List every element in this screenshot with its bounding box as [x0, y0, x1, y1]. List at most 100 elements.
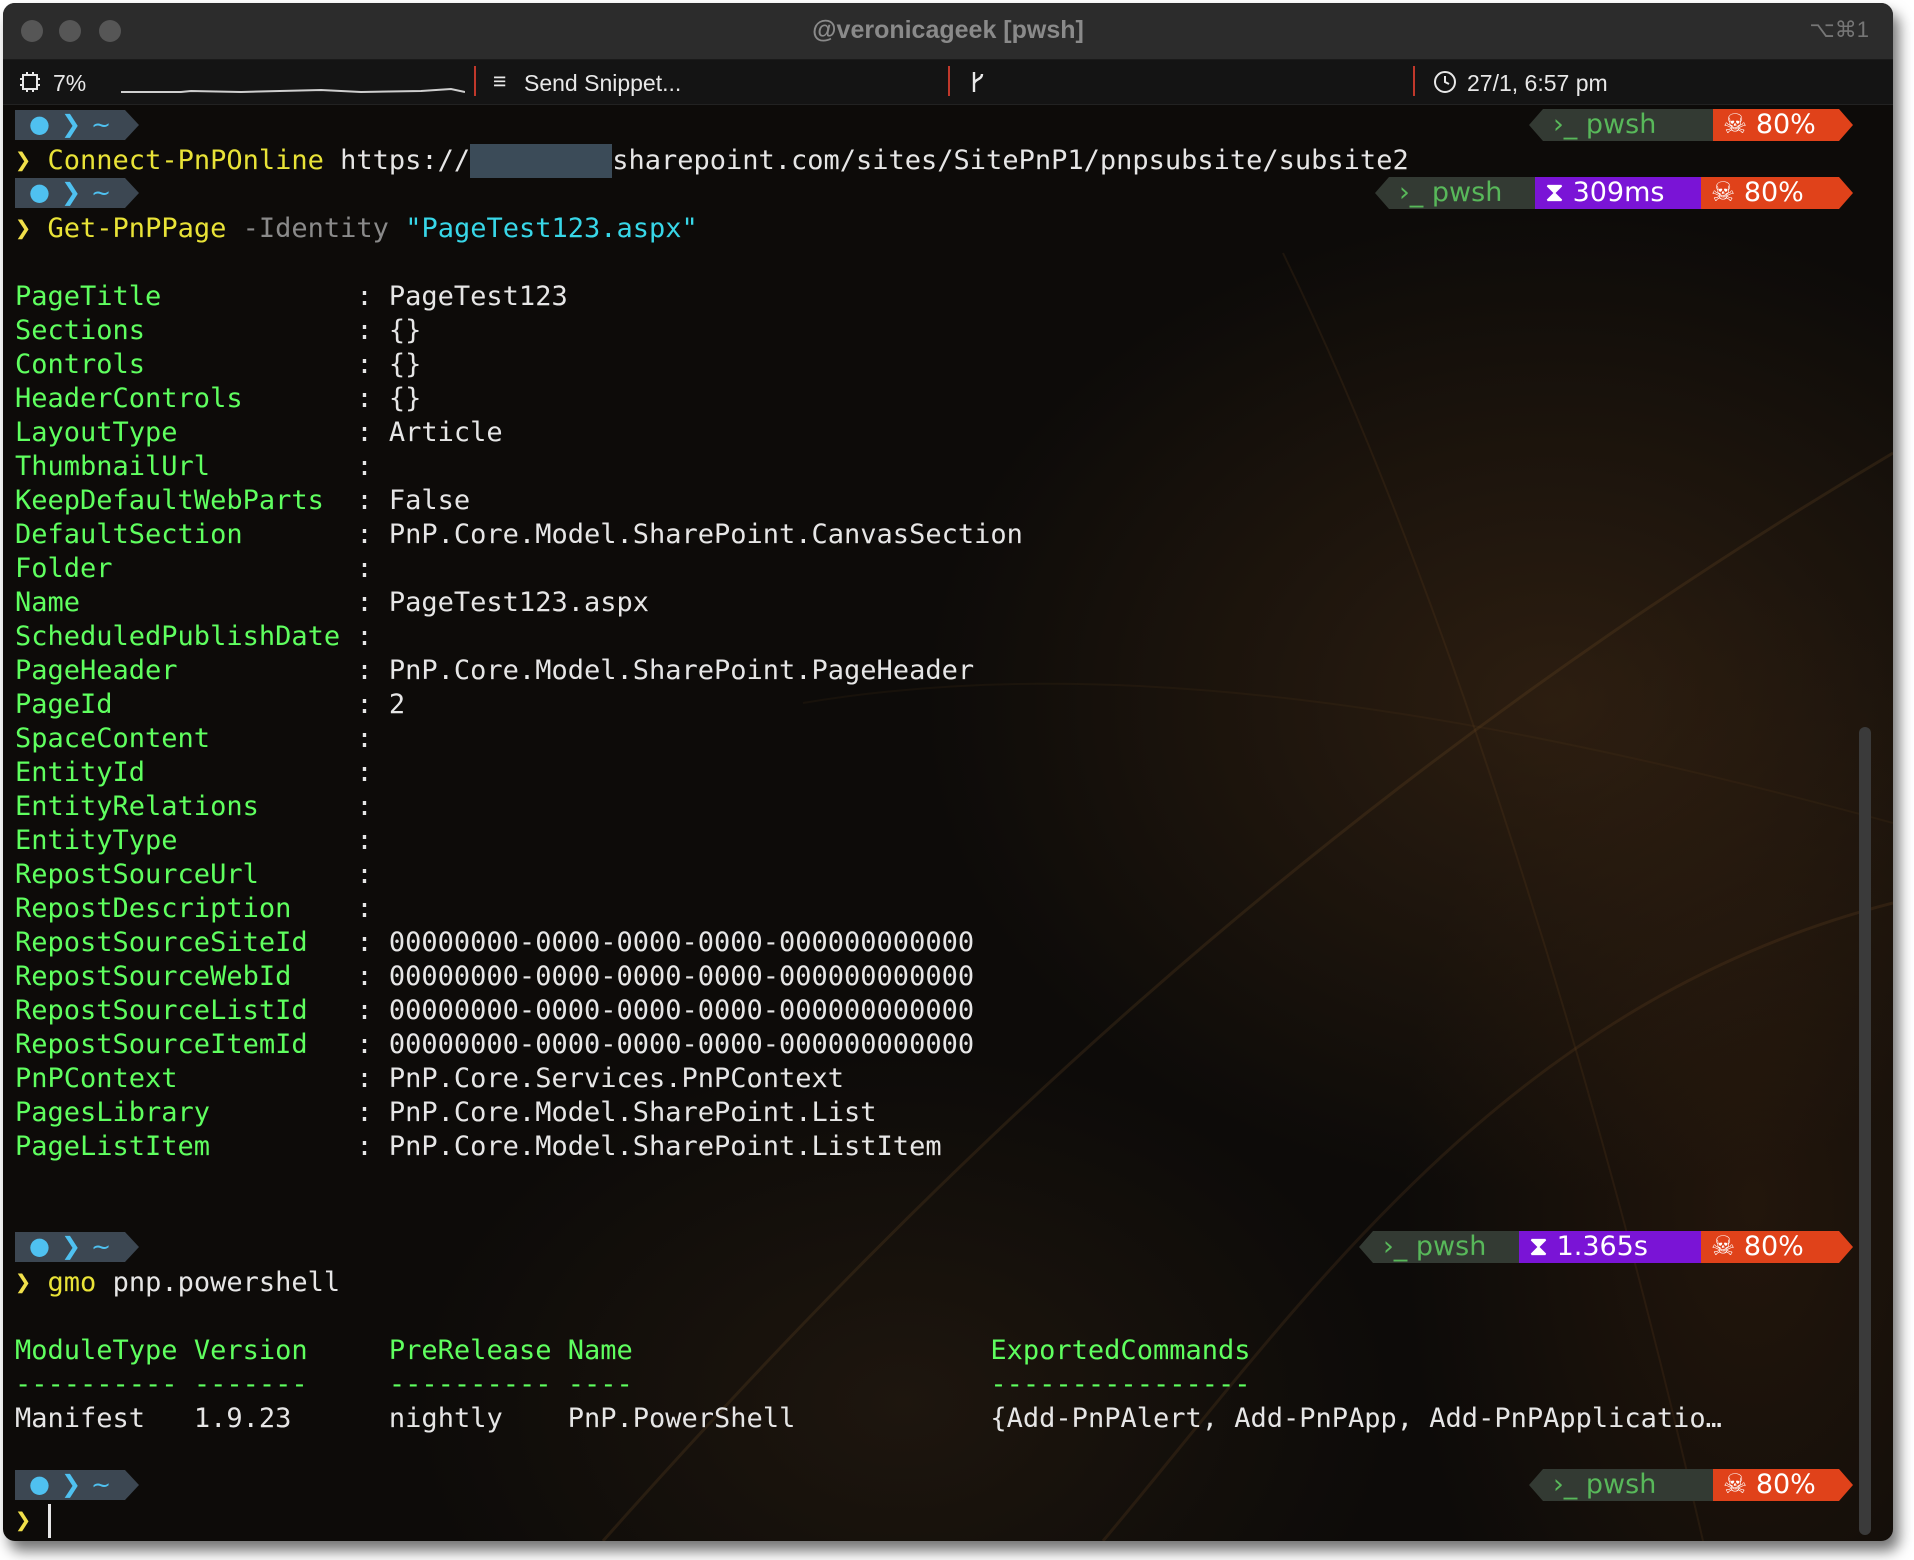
property-row: RepostSourceItemId : 00000000-0000-0000-…: [15, 1028, 974, 1062]
text-cursor: [47, 1504, 51, 1538]
property-row: PageListItem : PnP.Core.Model.SharePoint…: [15, 1130, 942, 1164]
property-row: PagesLibrary : PnP.Core.Model.SharePoint…: [15, 1096, 877, 1130]
property-separator: :: [340, 621, 389, 652]
cpu-usage: 7%: [53, 70, 87, 96]
property-separator: :: [291, 961, 389, 992]
apple-icon: ●: [29, 178, 50, 206]
property-separator: :: [258, 791, 389, 822]
property-key: DefaultSection: [15, 519, 243, 550]
property-value: PnP.Core.Model.SharePoint.ListItem: [388, 1131, 942, 1162]
property-value: 2: [388, 689, 406, 720]
property-row: LayoutType : Article: [15, 416, 503, 450]
property-key: PageTitle: [15, 281, 162, 312]
property-separator: :: [161, 281, 389, 312]
property-separator: :: [291, 893, 389, 924]
property-value: 00000000-0000-0000-0000-000000000000: [388, 961, 975, 992]
terminal-window: @veronicageek [pwsh] ⌥⌘1 7% ≡ Send Snipp…: [3, 3, 1893, 1541]
property-value: 00000000-0000-0000-0000-000000000000: [388, 1029, 975, 1060]
right-prompt: ›_ pwsh ⧗ 309ms ☠ 80%: [1375, 177, 1853, 209]
property-key: EntityRelations: [15, 791, 259, 822]
property-row: EntityType :: [15, 824, 389, 858]
property-key: LayoutType: [15, 417, 178, 448]
property-key: RepostSourceListId: [15, 995, 308, 1026]
property-separator: :: [242, 519, 389, 550]
right-prompt: ›_ pwsh ☠ 80%: [1529, 1469, 1853, 1501]
property-value: Article: [388, 417, 503, 448]
property-row: ThumbnailUrl :: [15, 450, 389, 484]
property-row: HeaderControls : {}: [15, 382, 421, 416]
command-line-3: ❯ gmo pnp.powershell: [15, 1267, 341, 1298]
property-key: PagesLibrary: [15, 1097, 211, 1128]
property-key: ScheduledPublishDate: [15, 621, 341, 652]
property-row: Folder :: [15, 552, 389, 586]
property-key: KeepDefaultWebParts: [15, 485, 324, 516]
property-key: RepostSourceUrl: [15, 859, 259, 890]
window-shortcut: ⌥⌘1: [1809, 17, 1869, 42]
terminal-prompt-icon: ›_: [1383, 1231, 1408, 1262]
property-separator: :: [210, 1131, 389, 1162]
property-value: {}: [388, 383, 422, 414]
status-bar: 7% ≡ Send Snippet... 27/1, 6:57 pm: [3, 60, 1893, 105]
command-input[interactable]: ❯: [15, 1504, 51, 1538]
property-value: PnP.Core.Model.SharePoint.List: [388, 1097, 877, 1128]
property-row: EntityRelations :: [15, 790, 389, 824]
module-table-divider: ---------- ------- ---------- ---- -----…: [15, 1369, 1251, 1400]
title-bar: @veronicageek [pwsh] ⌥⌘1: [3, 3, 1893, 60]
property-value: 00000000-0000-0000-0000-000000000000: [388, 995, 975, 1026]
property-row: RepostSourceSiteId : 00000000-0000-0000-…: [15, 926, 974, 960]
property-row: ScheduledPublishDate :: [15, 620, 389, 654]
skull-icon: ☠: [1723, 109, 1748, 140]
scrollbar[interactable]: [1859, 727, 1871, 1535]
property-separator: :: [177, 1063, 389, 1094]
command-line-2: ❯ Get-PnPPage -Identity "PageTest123.asp…: [15, 213, 698, 244]
property-separator: :: [145, 315, 389, 346]
property-key: SpaceContent: [15, 723, 211, 754]
property-separator: :: [145, 349, 389, 380]
property-separator: :: [307, 995, 389, 1026]
property-key: Name: [15, 587, 81, 618]
property-value: PnP.Core.Services.PnPContext: [388, 1063, 845, 1094]
property-key: RepostSourceWebId: [15, 961, 292, 992]
apple-icon: ●: [29, 1470, 50, 1498]
command-line-1: ❯ Connect-PnPOnline https://sharepoint.c…: [15, 144, 1409, 178]
property-separator: :: [307, 1029, 389, 1060]
property-key: PnPContext: [15, 1063, 178, 1094]
property-row: PageId : 2: [15, 688, 405, 722]
right-prompt: ›_ pwsh ⧗ 1.365s ☠ 80%: [1359, 1231, 1853, 1263]
property-separator: :: [80, 587, 389, 618]
property-key: PageHeader: [15, 655, 178, 686]
property-key: Controls: [15, 349, 146, 380]
property-key: Sections: [15, 315, 146, 346]
cpu-icon: [20, 72, 40, 92]
apple-icon: ●: [29, 1232, 50, 1260]
window-title: @veronicageek [pwsh]: [812, 16, 1084, 44]
property-separator: :: [145, 757, 389, 788]
terminal-prompt-icon: ›_: [1553, 1469, 1578, 1500]
property-row: RepostDescription :: [15, 892, 389, 926]
property-key: RepostDescription: [15, 893, 292, 924]
property-value: {}: [388, 349, 422, 380]
property-key: PageId: [15, 689, 113, 720]
property-key: RepostSourceSiteId: [15, 927, 308, 958]
property-row: PnPContext : PnP.Core.Services.PnPContex…: [15, 1062, 844, 1096]
redacted-tenant: [470, 144, 613, 178]
module-table-row: Manifest 1.9.23 nightly PnP.PowerShell {…: [15, 1403, 1722, 1434]
module-table-header: ModuleType Version PreRelease Name Expor…: [15, 1335, 1251, 1366]
property-value: {}: [388, 315, 422, 346]
property-separator: :: [210, 1097, 389, 1128]
property-separator: :: [210, 451, 389, 482]
hourglass-icon: ⧗: [1545, 177, 1564, 208]
skull-icon: ☠: [1723, 1469, 1748, 1500]
skull-icon: ☠: [1711, 177, 1736, 208]
clock-icon: [1434, 71, 1456, 93]
property-key: ThumbnailUrl: [15, 451, 211, 482]
skull-icon: ☠: [1711, 1231, 1736, 1262]
apple-icon: ●: [29, 110, 50, 138]
property-value: PageTest123: [388, 281, 568, 312]
property-separator: :: [258, 859, 389, 890]
property-row: EntityId :: [15, 756, 389, 790]
property-separator: :: [177, 417, 389, 448]
property-value: 00000000-0000-0000-0000-000000000000: [388, 927, 975, 958]
send-snippet-button[interactable]: Send Snippet...: [524, 70, 681, 97]
property-value: PnP.Core.Model.SharePoint.CanvasSection: [388, 519, 1023, 550]
